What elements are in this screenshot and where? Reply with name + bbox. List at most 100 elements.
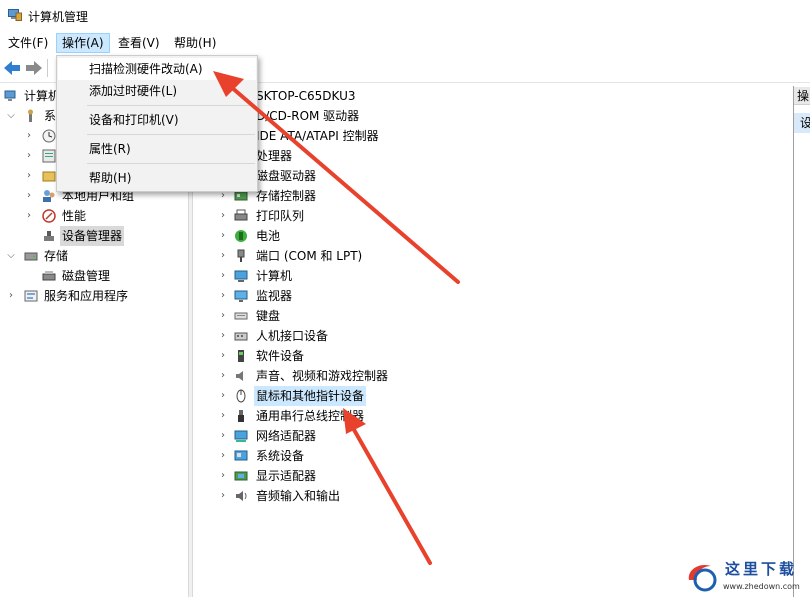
menu-bar: 文件(F) 操作(A) 查看(V) 帮助(H) <box>0 32 810 54</box>
actions-pane-header: 操 <box>794 87 810 105</box>
tree-node-device-manager[interactable]: 设备管理器 <box>0 226 188 246</box>
menu-item-devices-printers[interactable]: 设备和打印机(V) <box>58 109 256 131</box>
computer-name: SKTOP-C65DKU3 <box>256 89 356 103</box>
device-category-hid[interactable]: › 人机接口设备 <box>193 326 593 346</box>
toolbar-separator <box>47 59 48 77</box>
system-device-icon <box>234 450 248 461</box>
device-category-label: 电池 <box>256 229 281 243</box>
menu-action[interactable]: 操作(A) <box>56 33 110 53</box>
computer-management-icon <box>4 90 16 101</box>
back-arrow-icon[interactable] <box>3 60 21 76</box>
tree-node-performance[interactable]: › 性能 <box>0 206 188 226</box>
tools-icon <box>28 109 33 122</box>
menu-item-add-legacy-hardware[interactable]: 添加过时硬件(L) <box>58 80 256 102</box>
device-category-system-device[interactable]: › 系统设备 <box>193 446 593 466</box>
hid-icon <box>234 332 248 341</box>
computer-management-icon <box>8 9 22 21</box>
device-category-mouse[interactable]: › 鼠标和其他指针设备 <box>193 386 593 406</box>
device-category-sound[interactable]: › 声音、视频和游戏控制器 <box>193 366 593 386</box>
network-adapter-icon <box>234 430 248 442</box>
device-category-port[interactable]: › 端口 (COM 和 LPT) <box>193 246 593 266</box>
sound-icon <box>236 371 243 381</box>
device-category-label: 通用串行总线控制器 <box>256 409 365 423</box>
menu-separator <box>87 163 255 164</box>
tree-label-system-tools: 系 <box>44 109 57 123</box>
device-category-label: 人机接口设备 <box>256 329 329 343</box>
chevron-right-icon[interactable]: › <box>218 206 228 226</box>
menu-separator <box>87 134 255 135</box>
watermark-logo-icon <box>688 564 717 592</box>
chevron-right-icon[interactable]: › <box>218 426 228 446</box>
chevron-right-icon[interactable]: › <box>218 266 228 286</box>
chevron-right-icon[interactable]: › <box>218 486 228 506</box>
chevron-right-icon[interactable]: › <box>24 146 34 166</box>
device-category-label: 计算机 <box>256 269 293 283</box>
chevron-right-icon[interactable]: › <box>218 386 228 406</box>
device-category-label: 软件设备 <box>256 349 305 363</box>
keyboard-icon <box>234 312 248 320</box>
watermark-title: 这里下载 <box>725 560 798 578</box>
chevron-right-icon[interactable]: › <box>218 226 228 246</box>
battery-icon <box>235 230 247 242</box>
port-icon <box>237 249 245 262</box>
menu-help[interactable]: 帮助(H) <box>169 33 221 53</box>
tree-node-disk-management[interactable]: 磁盘管理 <box>0 266 188 286</box>
display-adapter-icon <box>234 471 248 481</box>
chevron-right-icon[interactable]: › <box>6 286 16 306</box>
device-category-label: 系统设备 <box>256 449 305 463</box>
menu-item-scan-hardware[interactable]: 扫描检测硬件改动(A) <box>58 58 256 80</box>
chevron-down-icon[interactable]: ⌵ <box>6 106 16 126</box>
chevron-right-icon[interactable]: › <box>218 246 228 266</box>
watermark-url: www.zhedown.com <box>723 582 800 591</box>
menu-item-help[interactable]: 帮助(H) <box>58 167 256 189</box>
printer-icon <box>234 209 248 221</box>
device-category-audio-io[interactable]: › 音频输入和输出 <box>193 486 593 506</box>
device-category-network-adapter[interactable]: › 网络适配器 <box>193 426 593 446</box>
device-category-label: 音频输入和输出 <box>256 489 341 503</box>
tree-label-root: 计算机 <box>24 89 61 103</box>
menu-file[interactable]: 文件(F) <box>3 33 53 53</box>
tree-label-storage: 存储 <box>44 249 69 263</box>
chevron-right-icon[interactable]: › <box>24 206 34 226</box>
chevron-right-icon[interactable]: › <box>24 186 34 206</box>
monitor-icon <box>234 290 248 302</box>
tree-node-storage[interactable]: ⌵ 存储 <box>0 246 188 266</box>
device-category-software-device[interactable]: › 软件设备 <box>193 346 593 366</box>
usb-icon <box>238 410 244 422</box>
chevron-right-icon[interactable]: › <box>218 446 228 466</box>
device-category-computer[interactable]: › 计算机 <box>193 266 593 286</box>
device-category-label: 监视器 <box>256 289 293 303</box>
menu-item-properties[interactable]: 属性(R) <box>58 138 256 160</box>
tree-node-services[interactable]: › 服务和应用程序 <box>0 286 188 306</box>
chevron-right-icon[interactable]: › <box>218 326 228 346</box>
actions-pane-item[interactable]: 设 <box>794 113 810 133</box>
chevron-right-icon[interactable]: › <box>218 406 228 426</box>
device-category-label: 处理器 <box>256 149 293 163</box>
device-category-monitor[interactable]: › 监视器 <box>193 286 593 306</box>
device-category-label: 打印队列 <box>256 209 305 223</box>
tree-label-device-manager: 设备管理器 <box>60 226 125 246</box>
chevron-right-icon[interactable]: › <box>218 346 228 366</box>
device-category-keyboard[interactable]: › 键盘 <box>193 306 593 326</box>
chevron-right-icon[interactable]: › <box>218 466 228 486</box>
tree-label-services: 服务和应用程序 <box>44 289 129 303</box>
chevron-down-icon[interactable]: ⌵ <box>6 246 16 266</box>
action-menu-dropdown: 扫描检测硬件改动(A) 添加过时硬件(L) 设备和打印机(V) 属性(R) 帮助… <box>56 55 258 192</box>
chevron-right-icon[interactable]: › <box>24 166 34 186</box>
users-icon <box>43 190 55 202</box>
device-category-battery[interactable]: › 电池 <box>193 226 593 246</box>
device-category-display-adapter[interactable]: › 显示适配器 <box>193 466 593 486</box>
chevron-right-icon[interactable]: › <box>24 126 34 146</box>
chevron-right-icon[interactable]: › <box>218 306 228 326</box>
disk-management-icon <box>42 271 56 281</box>
device-category-usb[interactable]: › 通用串行总线控制器 <box>193 406 593 426</box>
device-category-printer[interactable]: › 打印队列 <box>193 206 593 226</box>
tree-label-disk-management: 磁盘管理 <box>62 269 111 283</box>
menu-separator <box>87 105 255 106</box>
software-device-icon <box>238 350 244 362</box>
device-category-label: 存储控制器 <box>256 189 317 203</box>
chevron-right-icon[interactable]: › <box>218 286 228 306</box>
menu-view[interactable]: 查看(V) <box>113 33 165 53</box>
forward-arrow-icon[interactable] <box>25 60 43 76</box>
chevron-right-icon[interactable]: › <box>218 366 228 386</box>
